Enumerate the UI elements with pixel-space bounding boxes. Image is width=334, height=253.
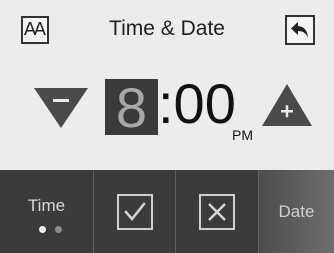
increment-button[interactable] xyxy=(262,84,312,126)
font-size-button[interactable]: AA xyxy=(21,16,49,44)
page-dot-active xyxy=(39,226,46,233)
page-indicator xyxy=(39,226,62,233)
page-dot-inactive xyxy=(55,226,62,233)
cancel-button[interactable] xyxy=(175,170,258,253)
hour-value: 8 xyxy=(115,76,148,139)
hour-field[interactable]: 8 xyxy=(105,76,158,139)
plus-icon-v xyxy=(285,105,289,118)
tab-time[interactable]: Time xyxy=(0,170,93,253)
close-x-icon xyxy=(199,193,235,230)
checkmark-icon xyxy=(116,193,153,230)
confirm-button[interactable] xyxy=(93,170,175,253)
tab-date-label: Date xyxy=(278,201,315,221)
tab-date[interactable]: Date xyxy=(258,170,334,253)
bottom-bar: Time Date xyxy=(0,170,334,253)
tab-time-label: Time xyxy=(27,195,66,215)
minutes-value[interactable]: :00 xyxy=(158,76,236,132)
minus-icon xyxy=(53,99,69,102)
time-date-screen: AA Time & Date 8 :00 PM Time Date xyxy=(0,0,334,253)
back-button[interactable] xyxy=(285,15,315,45)
font-size-icon: AA xyxy=(23,19,46,40)
back-arrow-icon xyxy=(291,22,308,38)
am-pm-indicator[interactable]: PM xyxy=(232,127,253,143)
page-title: Time & Date xyxy=(109,17,225,40)
decrement-button[interactable] xyxy=(34,88,88,128)
